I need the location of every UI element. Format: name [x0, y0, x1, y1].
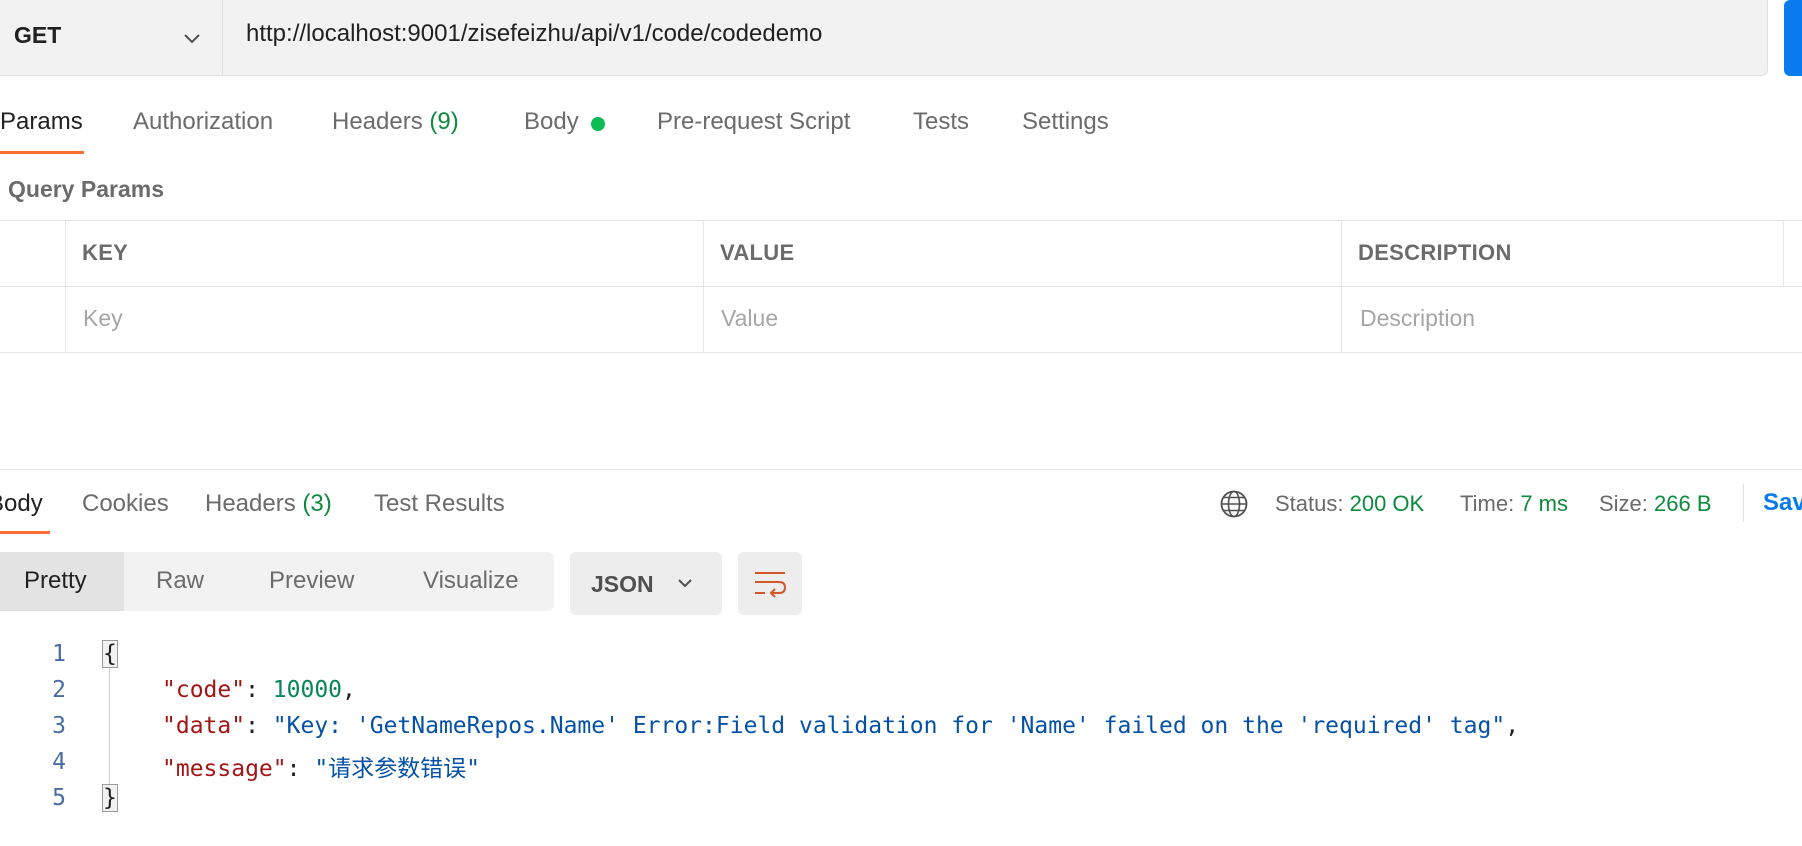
json-value-data: "Key: 'GetNameRepos.Name' Error:Field va…: [272, 713, 1506, 739]
response-tab-test-results[interactable]: Test Results: [374, 490, 505, 518]
wrap-lines-icon: [755, 572, 787, 598]
table-col-divider: [1341, 220, 1342, 352]
status-value: 200 OK: [1349, 491, 1425, 516]
column-header-value: VALUE: [720, 240, 795, 265]
json-value-code: 10000: [272, 677, 343, 703]
body-status-dot: [591, 117, 605, 131]
method-select[interactable]: GET: [14, 22, 61, 49]
table-col-divider: [703, 220, 704, 352]
format-pretty[interactable]: Pretty: [24, 567, 87, 595]
language-select-label: JSON: [591, 571, 654, 597]
value-input[interactable]: Value: [721, 305, 778, 332]
table-col-divider: [1783, 220, 1784, 286]
size-value: 266 B: [1654, 491, 1712, 516]
response-tab-body[interactable]: Body: [0, 490, 43, 518]
time-label: Time:: [1460, 491, 1515, 516]
save-response-button[interactable]: Sav: [1763, 489, 1802, 517]
json-key-code: "code": [162, 677, 246, 703]
response-tab-headers-count: (3): [302, 490, 332, 517]
line-number: 3: [52, 713, 66, 739]
line-number: 4: [52, 749, 66, 775]
code-line-4: "message": "请求参数错误": [162, 756, 481, 782]
code-line-2: "code": 10000,: [162, 677, 356, 703]
json-value-message: "请求参数错误": [314, 756, 481, 782]
response-tab-headers-label: Headers: [205, 490, 296, 517]
response-status: Status: 200 OK: [1275, 491, 1424, 517]
tab-settings[interactable]: Settings: [1022, 108, 1109, 136]
url-divider: [222, 0, 223, 76]
tab-authorization[interactable]: Authorization: [133, 108, 273, 136]
format-preview[interactable]: Preview: [269, 567, 354, 595]
response-tab-headers[interactable]: Headers (3): [205, 490, 332, 518]
description-input[interactable]: Description: [1360, 305, 1475, 332]
code-line-1: {: [102, 640, 118, 668]
tab-headers[interactable]: Headers (9): [332, 108, 459, 136]
key-input[interactable]: Key: [83, 305, 123, 332]
tab-pre-request-script[interactable]: Pre-request Script: [657, 108, 850, 136]
active-tab-indicator: [0, 151, 84, 154]
table-border-mid: [0, 286, 1802, 287]
chevron-down-icon: [678, 579, 692, 588]
response-size: Size: 266 B: [1599, 491, 1712, 517]
time-value: 7 ms: [1520, 491, 1568, 516]
response-divider: [0, 469, 1802, 470]
line-number: 1: [52, 641, 66, 667]
tab-headers-count: (9): [429, 108, 459, 135]
format-raw[interactable]: Raw: [156, 567, 204, 595]
table-border-top: [0, 220, 1802, 221]
line-number: 5: [52, 785, 66, 811]
open-brace: {: [102, 640, 118, 668]
format-visualize[interactable]: Visualize: [423, 567, 519, 595]
json-key-message: "message": [162, 756, 287, 782]
response-active-tab-indicator: [0, 531, 50, 534]
tab-headers-label: Headers: [332, 108, 423, 135]
code-line-5: }: [102, 784, 118, 812]
response-time: Time: 7 ms: [1460, 491, 1568, 517]
tab-tests[interactable]: Tests: [913, 108, 969, 136]
json-key-data: "data": [162, 713, 246, 739]
code-fold-guide: [109, 656, 110, 784]
url-input[interactable]: http://localhost:9001/zisefeizhu/api/v1/…: [246, 20, 822, 48]
query-params-title: Query Params: [8, 176, 164, 202]
tab-params[interactable]: Params: [0, 108, 83, 136]
meta-separator: [1743, 484, 1744, 522]
table-border-bottom: [0, 352, 1802, 353]
tab-body[interactable]: Body: [524, 108, 579, 136]
chevron-down-icon[interactable]: [180, 26, 204, 50]
table-col-divider: [65, 220, 66, 352]
globe-icon[interactable]: [1219, 489, 1249, 519]
response-tab-cookies[interactable]: Cookies: [82, 490, 169, 518]
column-header-description: DESCRIPTION: [1358, 240, 1512, 265]
code-line-3: "data": "Key: 'GetNameRepos.Name' Error:…: [162, 713, 1520, 739]
line-number: 2: [52, 677, 66, 703]
send-button[interactable]: [1784, 0, 1802, 76]
status-label: Status:: [1275, 491, 1344, 516]
size-label: Size:: [1599, 491, 1648, 516]
close-brace: }: [102, 784, 118, 812]
column-header-key: KEY: [82, 240, 129, 265]
